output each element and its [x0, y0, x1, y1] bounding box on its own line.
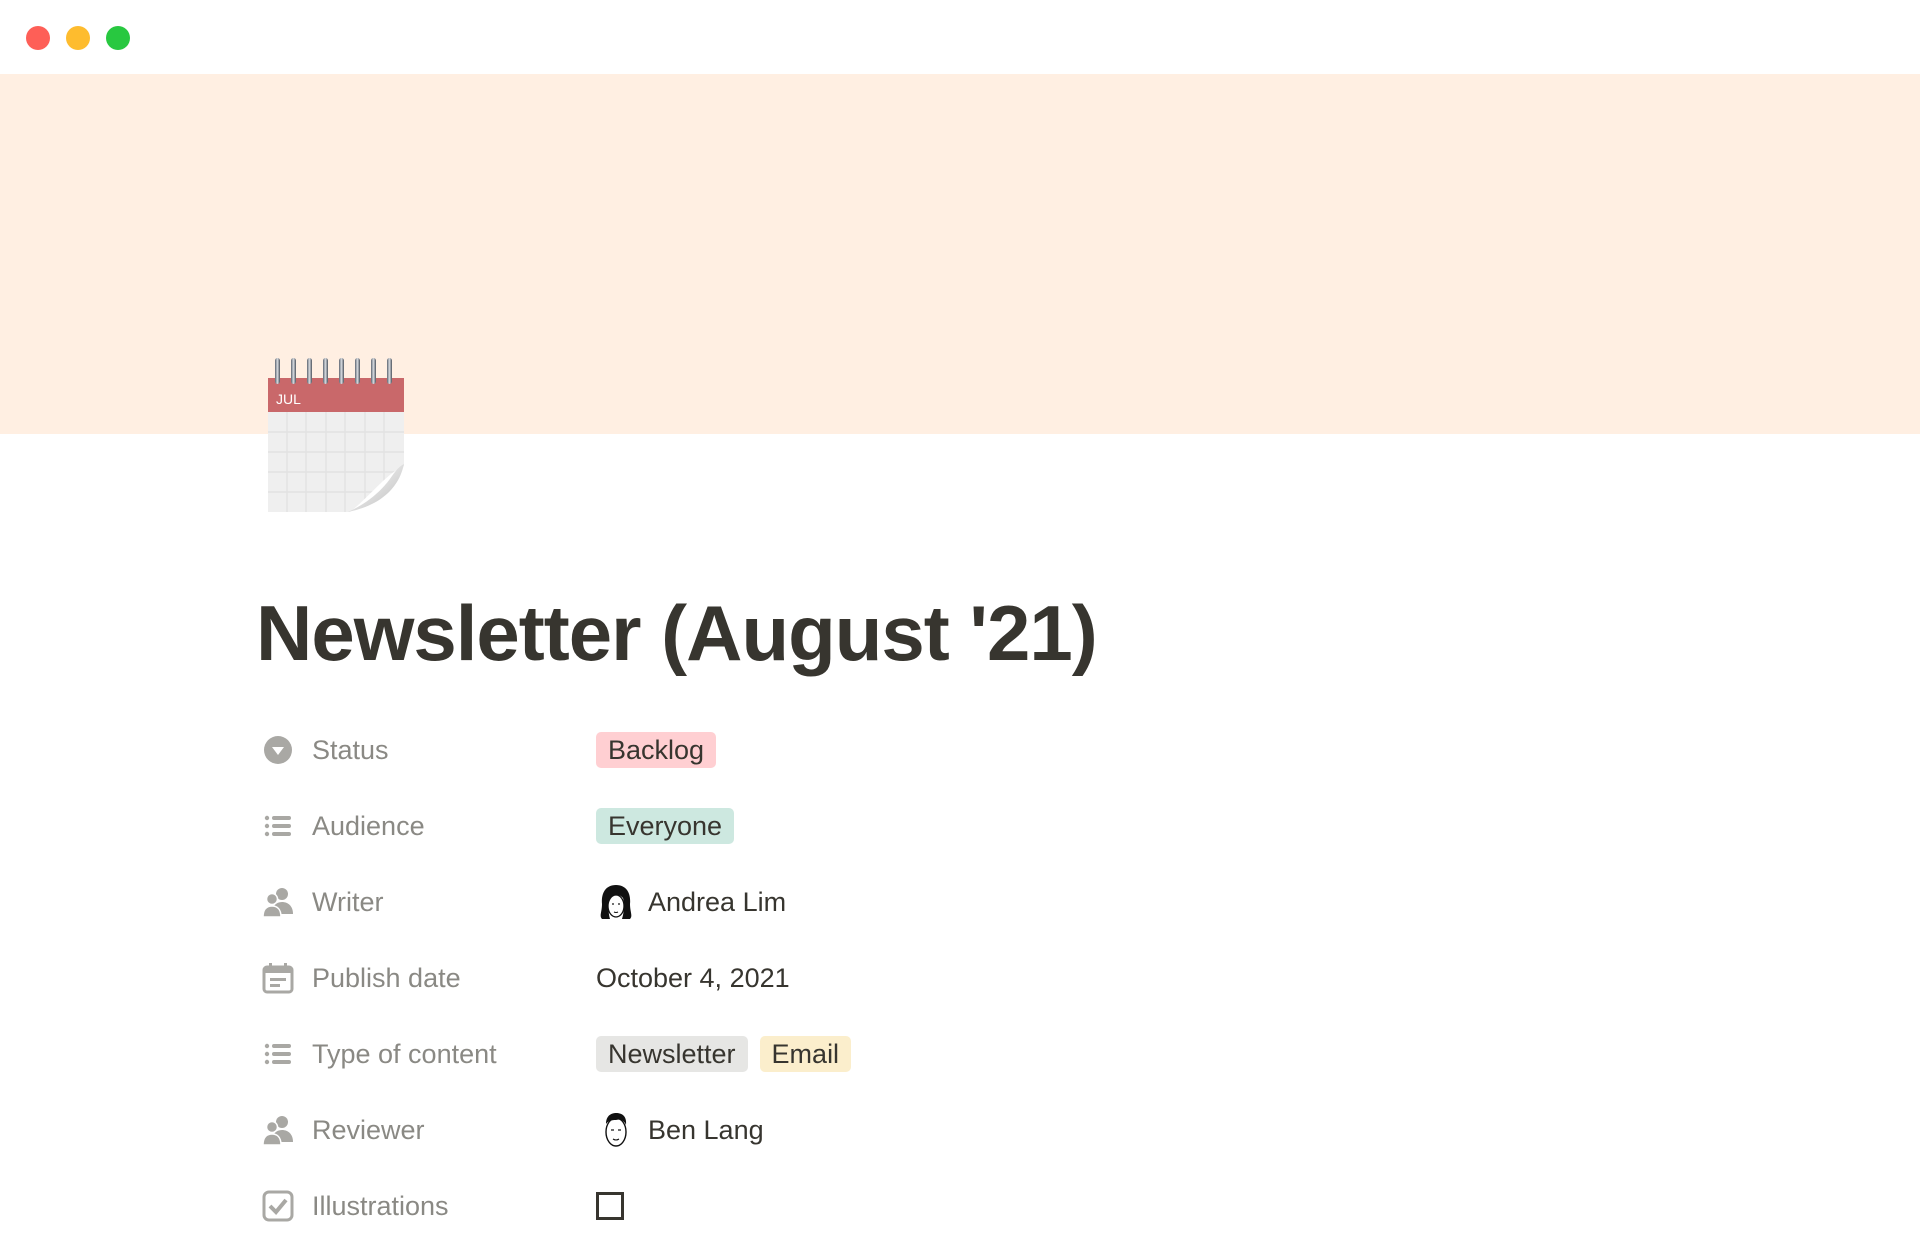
property-label-text: Audience	[312, 810, 425, 841]
property-value[interactable]: Newsletter Email	[596, 1036, 863, 1072]
content-type-tag[interactable]: Newsletter	[596, 1036, 748, 1072]
person-icon	[262, 1114, 294, 1146]
property-label[interactable]: Reviewer	[262, 1114, 596, 1146]
property-illustrations[interactable]: Illustrations	[262, 1168, 1462, 1244]
calendar-icon[interactable]: JUL	[266, 356, 406, 514]
property-label[interactable]: Type of content	[262, 1038, 596, 1070]
calendar-date-icon	[262, 962, 294, 994]
property-label[interactable]: Audience	[262, 810, 596, 842]
properties-list: Status Backlog Audience Everyone Writer …	[262, 712, 1462, 1244]
property-value[interactable]: Andrea Lim	[596, 882, 786, 922]
property-label[interactable]: Status	[262, 734, 596, 766]
property-value[interactable]: October 4, 2021	[596, 963, 790, 994]
property-status[interactable]: Status Backlog	[262, 712, 1462, 788]
content-type-tag[interactable]: Email	[759, 1036, 852, 1072]
property-label[interactable]: Publish date	[262, 962, 596, 994]
status-tag[interactable]: Backlog	[596, 732, 717, 768]
page-title[interactable]: Newsletter (August '21)	[256, 588, 1098, 679]
illustrations-checkbox[interactable]	[596, 1192, 624, 1220]
window-close-button[interactable]	[26, 26, 50, 50]
property-label-text: Writer	[312, 886, 384, 917]
person-icon	[262, 886, 294, 918]
property-reviewer[interactable]: Reviewer Ben Lang	[262, 1092, 1462, 1168]
property-label-text: Publish date	[312, 962, 461, 993]
property-type-of-content[interactable]: Type of content Newsletter Email	[262, 1016, 1462, 1092]
status-select-icon	[262, 734, 294, 766]
property-label-text: Illustrations	[312, 1190, 449, 1221]
property-value[interactable]	[596, 1192, 624, 1220]
property-label[interactable]: Illustrations	[262, 1190, 596, 1222]
property-value[interactable]: Everyone	[596, 808, 746, 844]
avatar-andrea-lim	[596, 882, 636, 922]
audience-tag[interactable]: Everyone	[596, 808, 735, 844]
property-value[interactable]: Backlog	[596, 732, 728, 768]
property-writer[interactable]: Writer Andrea Lim	[262, 864, 1462, 940]
property-value[interactable]: Ben Lang	[596, 1110, 764, 1150]
writer-name[interactable]: Andrea Lim	[648, 887, 786, 918]
window-minimize-button[interactable]	[66, 26, 90, 50]
property-label-text: Status	[312, 734, 389, 765]
property-label-text: Type of content	[312, 1038, 497, 1069]
property-publish-date[interactable]: Publish date October 4, 2021	[262, 940, 1462, 1016]
property-label-text: Reviewer	[312, 1114, 425, 1145]
window-titlebar	[0, 0, 1920, 74]
window-maximize-button[interactable]	[106, 26, 130, 50]
list-icon	[262, 1038, 294, 1070]
list-icon	[262, 810, 294, 842]
reviewer-name[interactable]: Ben Lang	[648, 1115, 764, 1146]
property-label[interactable]: Writer	[262, 886, 596, 918]
publish-date-value[interactable]: October 4, 2021	[596, 963, 790, 994]
property-audience[interactable]: Audience Everyone	[262, 788, 1462, 864]
avatar-ben-lang	[596, 1110, 636, 1150]
svg-text:JUL: JUL	[276, 391, 301, 407]
checkbox-icon	[262, 1190, 294, 1222]
